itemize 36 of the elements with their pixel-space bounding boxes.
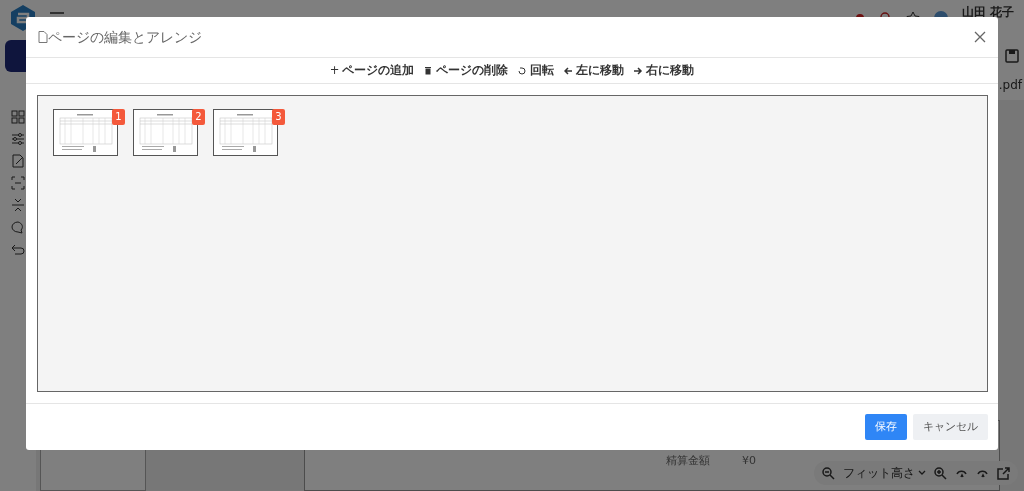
delete-page-button[interactable]: ページの削除 bbox=[424, 61, 509, 80]
comment-icon[interactable] bbox=[11, 220, 25, 234]
page-number: 1 bbox=[112, 109, 125, 125]
add-page-button[interactable]: + ページの追加 bbox=[329, 61, 415, 80]
page-thumbnail[interactable] bbox=[133, 109, 198, 156]
edit-document-icon[interactable] bbox=[11, 154, 25, 168]
compress-icon[interactable] bbox=[11, 198, 25, 212]
page-thumbnail[interactable] bbox=[53, 109, 118, 156]
caret-icon bbox=[918, 470, 926, 476]
user-name: 山田 花子 bbox=[961, 4, 1014, 21]
page-thumbnail[interactable] bbox=[213, 109, 278, 156]
undo-icon[interactable] bbox=[11, 242, 25, 256]
close-icon[interactable] bbox=[974, 31, 986, 43]
arrow-right-icon bbox=[634, 65, 644, 76]
file-name: .pdf bbox=[998, 77, 1022, 94]
page-number: 2 bbox=[192, 109, 205, 125]
zoom-in-icon[interactable] bbox=[934, 466, 947, 480]
rotate-page-button[interactable]: 回転 bbox=[518, 61, 555, 80]
document-icon bbox=[38, 31, 48, 43]
left-page-button[interactable]: 左に移動 bbox=[564, 61, 625, 80]
save-icon[interactable] bbox=[1005, 49, 1019, 63]
plus-icon: + bbox=[329, 61, 340, 80]
trash-icon bbox=[424, 65, 434, 76]
grid-icon[interactable] bbox=[11, 110, 25, 124]
arrow-left-icon bbox=[564, 65, 574, 76]
total-value: ¥0 bbox=[742, 453, 756, 469]
zoom-out-icon[interactable] bbox=[822, 466, 835, 480]
total-label: 精算金額 bbox=[666, 453, 710, 469]
dialog-title: ページの編集とアレンジ bbox=[48, 27, 202, 47]
cancel-button[interactable]: キャンセル bbox=[913, 413, 988, 441]
sliders-icon[interactable] bbox=[11, 132, 25, 146]
page-number: 3 bbox=[272, 109, 285, 125]
right-page-button[interactable]: 右に移動 bbox=[634, 61, 695, 80]
save-button[interactable]: 保存 bbox=[865, 413, 907, 441]
rotate-icon bbox=[518, 65, 528, 76]
open-external-icon[interactable] bbox=[997, 466, 1010, 480]
